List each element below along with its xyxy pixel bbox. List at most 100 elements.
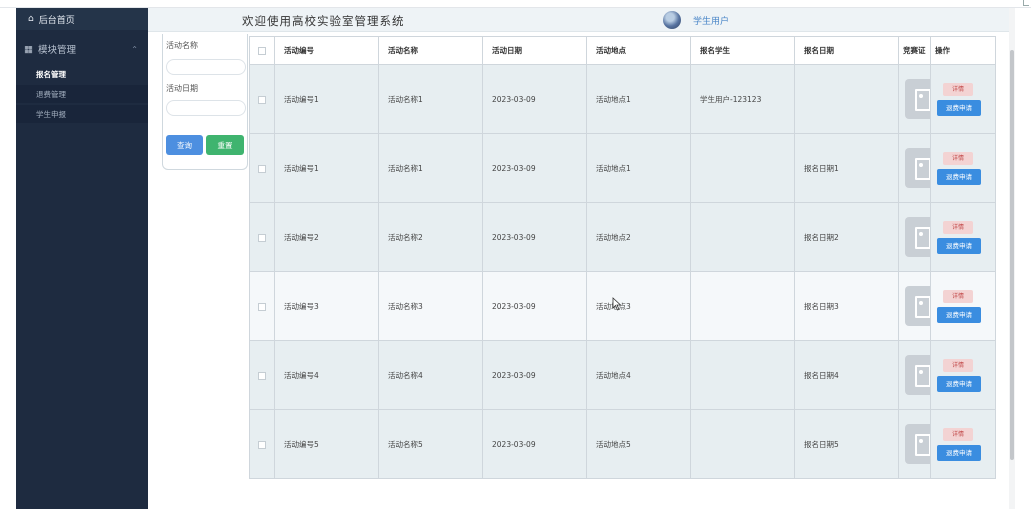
sidebar-home-label: 后台首页: [38, 15, 75, 26]
sidebar-item-label: 退费管理: [36, 89, 66, 99]
cell-actions: 详情 退费申请: [930, 64, 996, 134]
cell-activity-place: 活动地点1: [586, 64, 691, 134]
row-checkbox[interactable]: [258, 440, 266, 449]
column-header: 活动名称: [378, 36, 483, 65]
cell-actions: 详情 退费申请: [930, 202, 996, 272]
sidebar-group-label: 模块管理: [37, 45, 76, 56]
refund-request-button[interactable]: 退费申请: [937, 306, 981, 323]
row-checkbox[interactable]: [258, 164, 266, 173]
detail-button[interactable]: 详情: [943, 151, 973, 165]
image-placeholder-icon: [905, 355, 930, 395]
row-checkbox[interactable]: [258, 233, 266, 242]
cell-certificate: [898, 340, 931, 410]
cell-activity-code: 活动编号1: [274, 133, 379, 203]
table-row[interactable]: 活动编号1 活动名称1 2023-03-09 活动地点1 报名日期1 详情 退费申请: [249, 133, 996, 203]
chevron-up-icon: ⌃: [131, 44, 138, 54]
cell-signup-date: [794, 64, 899, 134]
search-panel: 活动名称 活动日期 查询 重置: [162, 34, 248, 170]
image-placeholder-icon: [905, 148, 930, 188]
select-all-checkbox-cell[interactable]: [249, 36, 275, 65]
table-row[interactable]: 活动编号4 活动名称4 2023-03-09 活动地点4 报名日期4 详情 退费申请: [249, 340, 996, 410]
cell-signup-date: 报名日期3: [794, 271, 899, 341]
row-checkbox-cell[interactable]: [249, 202, 275, 272]
sidebar-item-label: 学生申报: [36, 109, 66, 119]
cell-certificate: [898, 64, 931, 134]
column-header: 活动编号: [274, 36, 379, 65]
avatar[interactable]: [663, 11, 681, 29]
detail-button[interactable]: 详情: [943, 220, 973, 234]
refund-request-button[interactable]: 退费申请: [937, 168, 981, 185]
signup-table: 活动编号 活动名称 活动日期 活动地点 报名学生 报名日期 竞赛证 操作 活动编…: [249, 36, 996, 479]
table-row[interactable]: 活动编号5 活动名称5 2023-03-09 活动地点5 报名日期5 详情 退费申请: [249, 409, 996, 479]
select-all-checkbox[interactable]: [258, 47, 266, 55]
row-checkbox-cell[interactable]: [249, 133, 275, 203]
refund-request-button[interactable]: 退费申请: [937, 99, 981, 116]
window-corner-icon: [1023, 0, 1029, 6]
cell-signup-date: 报名日期1: [794, 133, 899, 203]
detail-button[interactable]: 详情: [943, 82, 973, 96]
sidebar-item-home[interactable]: ⌂ 后台首页: [16, 8, 148, 30]
table-row[interactable]: 活动编号2 活动名称2 2023-03-09 活动地点2 报名日期2 详情 退费申请: [249, 202, 996, 272]
sidebar-item-student-declaration[interactable]: 学生申报: [16, 105, 148, 123]
column-header: 竞赛证: [898, 36, 931, 65]
detail-button[interactable]: 详情: [943, 427, 973, 441]
scrollbar-thumb[interactable]: [1010, 50, 1014, 460]
page-title: 欢迎使用高校实验室管理系统: [242, 14, 405, 28]
cell-activity-name: 活动名称1: [378, 133, 483, 203]
row-checkbox[interactable]: [258, 95, 266, 104]
row-checkbox-cell[interactable]: [249, 64, 275, 134]
activity-date-label: 活动日期: [166, 84, 198, 93]
table-row[interactable]: 活动编号1 活动名称1 2023-03-09 活动地点1 学生用户-123123 详情 退费…: [249, 64, 996, 134]
cell-student: [690, 340, 795, 410]
sidebar-item-label: 报名管理: [36, 69, 66, 79]
row-checkbox[interactable]: [258, 302, 266, 311]
cell-student: [690, 409, 795, 479]
cell-certificate: [898, 133, 931, 203]
row-checkbox-cell[interactable]: [249, 271, 275, 341]
query-button[interactable]: 查询: [166, 135, 203, 155]
sidebar: ⌂ 后台首页 ▦ 模块管理 ⌃ 报名管理 退费管理 学生申报: [16, 8, 148, 509]
cell-activity-date: 2023-03-09: [482, 409, 587, 479]
cell-activity-name: 活动名称5: [378, 409, 483, 479]
row-checkbox-cell[interactable]: [249, 409, 275, 479]
cell-activity-place: 活动地点3: [586, 271, 691, 341]
cell-activity-place: 活动地点1: [586, 133, 691, 203]
column-header: 操作: [930, 36, 996, 65]
row-checkbox[interactable]: [258, 371, 266, 380]
detail-button[interactable]: 详情: [943, 358, 973, 372]
user-name[interactable]: 学生用户: [693, 14, 729, 27]
image-placeholder-icon: [905, 217, 930, 257]
cell-student: [690, 202, 795, 272]
cell-activity-place: 活动地点4: [586, 340, 691, 410]
cell-certificate: [898, 409, 931, 479]
cell-activity-code: 活动编号5: [274, 409, 379, 479]
sidebar-item-signup-management[interactable]: 报名管理: [16, 65, 148, 83]
cell-signup-date: 报名日期5: [794, 409, 899, 479]
refund-request-button[interactable]: 退费申请: [937, 444, 981, 461]
cell-activity-name: 活动名称1: [378, 64, 483, 134]
mouse-cursor-icon: [612, 297, 622, 311]
cell-student: 学生用户-123123: [690, 64, 795, 134]
table-header-row: 活动编号 活动名称 活动日期 活动地点 报名学生 报名日期 竞赛证 操作: [249, 36, 996, 65]
activity-date-input[interactable]: [166, 100, 246, 116]
cell-actions: 详情 退费申请: [930, 133, 996, 203]
refund-request-button[interactable]: 退费申请: [937, 237, 981, 254]
cell-activity-name: 活动名称4: [378, 340, 483, 410]
cell-activity-name: 活动名称3: [378, 271, 483, 341]
column-header: 活动地点: [586, 36, 691, 65]
column-header: 报名日期: [794, 36, 899, 65]
detail-button[interactable]: 详情: [943, 289, 973, 303]
table-row[interactable]: 活动编号3活动名称32023-03-09活动地点3 报名日期3 详情退费申请: [249, 271, 996, 341]
row-checkbox-cell[interactable]: [249, 340, 275, 410]
cell-activity-code: 活动编号3: [274, 271, 379, 341]
sidebar-item-refund-management[interactable]: 退费管理: [16, 85, 148, 103]
cell-certificate: [898, 271, 931, 341]
reset-button[interactable]: 重置: [206, 135, 244, 155]
vertical-scrollbar[interactable]: [1009, 8, 1015, 509]
cell-activity-code: 活动编号2: [274, 202, 379, 272]
cell-certificate: [898, 202, 931, 272]
refund-request-button[interactable]: 退费申请: [937, 375, 981, 392]
activity-name-input[interactable]: [166, 59, 246, 75]
cell-actions: 详情 退费申请: [930, 340, 996, 410]
sidebar-group-modules[interactable]: ▦ 模块管理 ⌃: [16, 40, 148, 58]
